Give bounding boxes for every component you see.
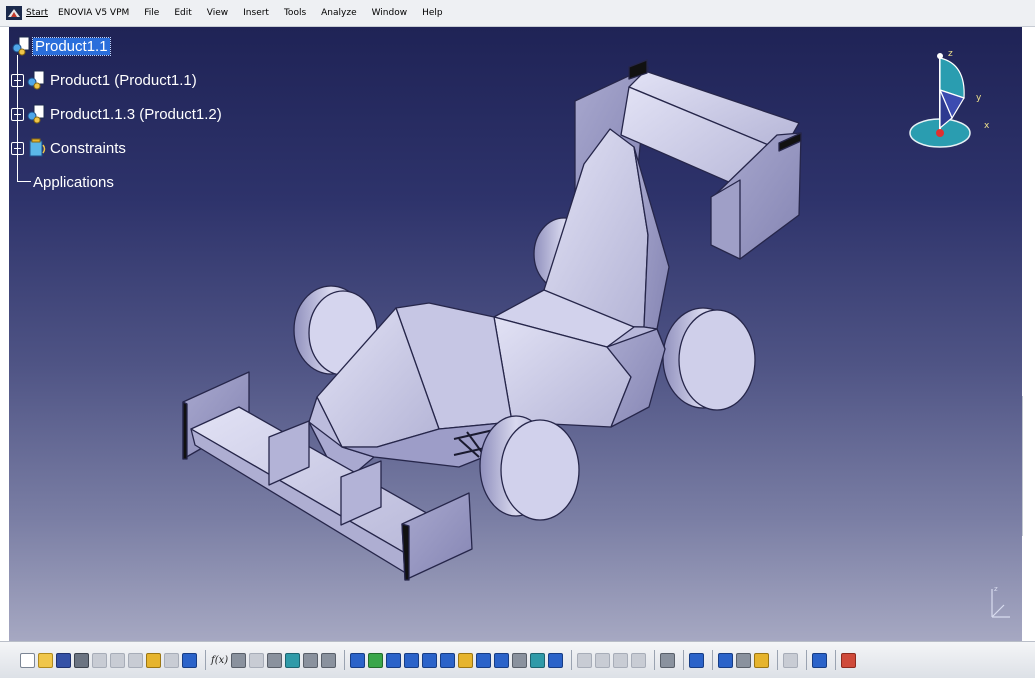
rear-right-wheel <box>662 307 756 411</box>
expander-icon[interactable] <box>11 107 24 121</box>
panel-edge <box>1022 396 1035 536</box>
multi-view-icon[interactable] <box>476 652 492 668</box>
compass-icon[interactable]: z y x <box>904 38 999 153</box>
open-icon[interactable] <box>38 652 53 668</box>
swap-space-icon[interactable] <box>548 652 564 668</box>
pan-icon[interactable] <box>386 652 402 668</box>
print-icon[interactable] <box>74 652 89 668</box>
toolbar-separator <box>205 650 206 670</box>
camera-icon[interactable] <box>660 652 676 668</box>
constraints-icon <box>29 138 46 157</box>
compass-y-label: y <box>976 93 982 103</box>
toolbar-separator <box>806 650 808 670</box>
shading-icon[interactable] <box>512 652 528 668</box>
formula-icon[interactable]: f(x) <box>211 655 228 666</box>
toolbar-separator <box>777 650 779 670</box>
svg-text:z: z <box>994 585 998 593</box>
explode-icon[interactable] <box>613 652 629 668</box>
compass-z-label: z <box>948 49 953 59</box>
tree-item-product1[interactable]: Product1 (Product1.1) <box>11 68 199 92</box>
compass-x-label: x <box>984 121 990 131</box>
constraint-icon[interactable] <box>718 652 734 668</box>
toolbar-separator <box>654 650 656 670</box>
tree-label-product1[interactable]: Product1 (Product1.1) <box>48 72 199 89</box>
tree-item-constraints[interactable]: Constraints <box>11 136 128 160</box>
zoom-out-icon[interactable] <box>440 652 456 668</box>
zoom-in-icon[interactable] <box>422 652 438 668</box>
redo-icon[interactable] <box>164 652 179 668</box>
rotate-icon[interactable] <box>404 652 420 668</box>
expander-icon[interactable] <box>11 73 24 87</box>
product-icon <box>27 70 45 90</box>
tree-label-applications[interactable]: Applications <box>31 174 116 191</box>
menu-bar: Start ENOVIA V5 VPM File Edit View Inser… <box>0 0 1035 27</box>
menu-file[interactable]: File <box>144 8 159 18</box>
menu-start[interactable]: Start <box>26 8 48 18</box>
tree-label-product113[interactable]: Product1.1.3 (Product1.2) <box>48 106 224 123</box>
table-icon[interactable] <box>267 652 283 668</box>
menu-analyze[interactable]: Analyze <box>321 8 356 18</box>
view-axis-icon: z <box>991 585 1010 618</box>
menu-view[interactable]: View <box>207 8 228 18</box>
fly-mode-icon[interactable] <box>350 652 366 668</box>
product-icon <box>27 104 45 124</box>
fix-icon[interactable] <box>736 652 752 668</box>
new-icon[interactable] <box>20 652 35 668</box>
expander-icon[interactable] <box>11 141 24 155</box>
product-icon <box>12 36 30 56</box>
toolbar-separator <box>712 650 714 670</box>
lock-icon[interactable] <box>754 652 770 668</box>
bottom-toolbar: f(x) <box>0 641 1035 678</box>
toolbar-separator <box>571 650 573 670</box>
3d-viewport[interactable]: Product1.1 Product1 (Product1.1) Product… <box>9 27 1022 641</box>
paste-icon[interactable] <box>128 652 143 668</box>
iso-view-icon[interactable] <box>494 652 510 668</box>
fit-all-icon[interactable] <box>368 652 384 668</box>
toolbar-separator <box>835 650 837 670</box>
undo-icon[interactable] <box>146 652 161 668</box>
save-icon[interactable] <box>56 652 71 668</box>
normal-view-icon[interactable] <box>458 652 474 668</box>
stop-manipulate-icon[interactable] <box>631 652 647 668</box>
menu-tools[interactable]: Tools <box>284 8 306 18</box>
apply-material-icon[interactable] <box>812 652 828 668</box>
pin-icon[interactable] <box>249 652 265 668</box>
catia-logo-icon <box>6 6 22 20</box>
hide-show-icon[interactable] <box>530 652 546 668</box>
start-menu[interactable]: Start <box>6 6 48 20</box>
manipulate-icon[interactable] <box>577 652 593 668</box>
filter-icon[interactable] <box>321 652 337 668</box>
copy-icon[interactable] <box>110 652 125 668</box>
tree-item-root[interactable]: Product1.1 <box>11 34 111 58</box>
snap-icon[interactable] <box>595 652 611 668</box>
catalog-icon[interactable] <box>285 652 301 668</box>
analysis-icon[interactable] <box>841 652 857 668</box>
front-right-wheel <box>479 415 580 521</box>
menu-window[interactable]: Window <box>372 8 408 18</box>
measure-icon[interactable] <box>783 652 799 668</box>
tree-connector <box>17 181 31 182</box>
tree-label-root[interactable]: Product1.1 <box>32 36 111 56</box>
update-icon[interactable] <box>689 652 705 668</box>
toolbar-separator <box>683 650 685 670</box>
menu-help[interactable]: Help <box>422 8 443 18</box>
menu-enovia[interactable]: ENOVIA V5 VPM <box>58 8 129 18</box>
menu-edit[interactable]: Edit <box>174 8 191 18</box>
toolbar-separator <box>344 650 346 670</box>
tree-item-applications[interactable]: Applications <box>31 170 116 194</box>
menu-insert[interactable]: Insert <box>243 8 269 18</box>
whats-this-icon[interactable] <box>182 652 197 668</box>
tree-item-product113[interactable]: Product1.1.3 (Product1.2) <box>11 102 224 126</box>
comment-icon[interactable] <box>231 652 247 668</box>
tree-label-constraints[interactable]: Constraints <box>48 140 128 157</box>
render-icon[interactable] <box>303 652 319 668</box>
cut-icon[interactable] <box>92 652 107 668</box>
